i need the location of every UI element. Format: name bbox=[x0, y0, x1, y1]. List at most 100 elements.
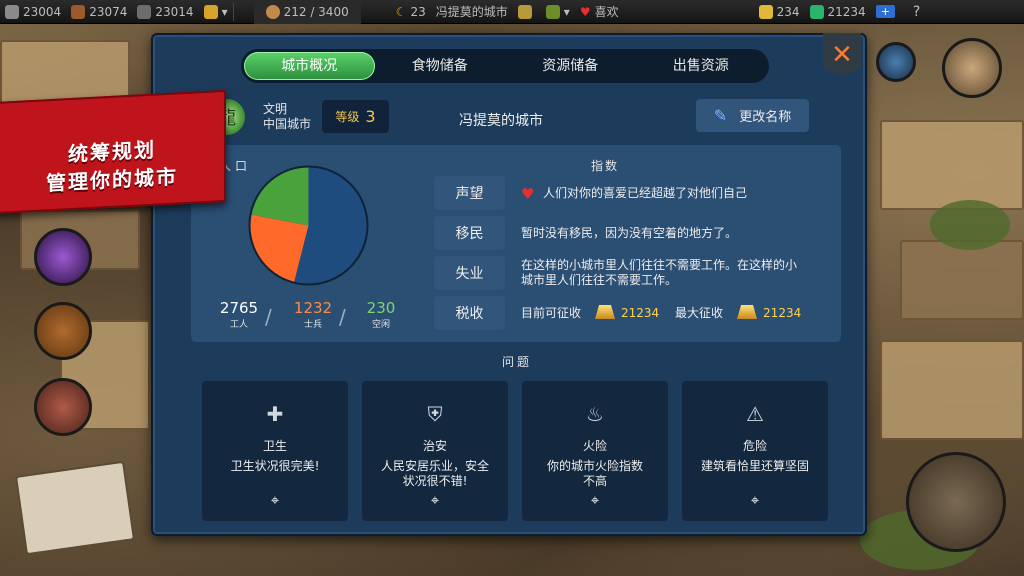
tab-food-reserve[interactable]: 食物储备 bbox=[375, 52, 506, 80]
city-info-section: 人口 2765 工人 / 1232 士兵 / 230 空闲 指数 声望 ♥ 人们对… bbox=[191, 145, 841, 342]
panel-tabs: 城市概况 食物储备 资源储备 出售资源 bbox=[241, 49, 769, 83]
tab-resource-reserve[interactable]: 资源储备 bbox=[505, 52, 636, 80]
problem-desc-line: 状况很不错! bbox=[402, 474, 468, 488]
help-icon: ? bbox=[912, 3, 921, 20]
workers-value: 2765 bbox=[219, 299, 259, 317]
location-pin-icon[interactable]: ⌖ bbox=[426, 491, 444, 511]
problem-desc-line: 你的城市火险指数 bbox=[546, 459, 643, 473]
immigration-label[interactable]: 移民 bbox=[434, 216, 505, 250]
location-pin-icon[interactable]: ⌖ bbox=[746, 491, 764, 511]
reputation-row: 声望 ♥ 人们对你的喜爱已经超越了对他们自己 bbox=[434, 176, 834, 210]
gem-icon bbox=[809, 4, 824, 19]
divider: / bbox=[339, 305, 346, 329]
civilization-info: 文明 中国城市 bbox=[263, 102, 311, 132]
problem-desc-line: 不高 bbox=[582, 474, 607, 488]
location-pin-icon[interactable]: ⌖ bbox=[586, 491, 604, 511]
heart-icon: ♥ bbox=[579, 4, 591, 19]
soldiers-label: 士兵 bbox=[303, 320, 322, 330]
problem-desc-line: 卫生状况很完美! bbox=[230, 459, 320, 473]
advisor-avatar[interactable] bbox=[942, 38, 1002, 98]
problem-card-sanitation[interactable]: ✚ 卫生 卫生状况很完美! ⌖ bbox=[202, 381, 348, 521]
top-resource-bar: 23004 23074 23014 ▾ 212 / 3400 ☾ 23 冯提莫的城… bbox=[0, 0, 1024, 24]
workers-stat: 2765 工人 bbox=[217, 299, 261, 330]
problem-desc-line: 人民安居乐业，安全 bbox=[380, 459, 489, 473]
reputation-text-wrap: ♥ 人们对你的喜爱已经超越了对他们自己 bbox=[521, 184, 747, 203]
tax-text: 目前可征收 21234 最大征收 21234 bbox=[521, 305, 801, 321]
problem-desc-line: 建筑看恰里还算坚固 bbox=[700, 459, 809, 473]
problem-card-danger[interactable]: ⚠ 危险 建筑看恰里还算坚固 ⌖ bbox=[682, 381, 828, 521]
location-pin-icon[interactable]: ⌖ bbox=[266, 491, 284, 511]
problem-card-fire[interactable]: ♨ 火险 你的城市火险指数 不高 ⌖ bbox=[522, 381, 668, 521]
city-level-value: 23 bbox=[410, 4, 426, 19]
shield-icon: ⛨ bbox=[427, 402, 443, 426]
gem-counter: 21234 bbox=[805, 0, 871, 24]
magic-orb-button[interactable] bbox=[34, 228, 92, 286]
laurel-icon: ☾ bbox=[395, 4, 407, 19]
resource-stone-value: 23004 bbox=[23, 4, 62, 19]
indices-label: 指数 bbox=[591, 159, 620, 173]
problems-label: 问题 bbox=[502, 355, 533, 369]
workers-label: 工人 bbox=[229, 320, 248, 330]
problem-title: 治安 bbox=[422, 439, 447, 453]
stone-icon bbox=[5, 4, 19, 19]
help-button[interactable]: ? bbox=[908, 0, 925, 24]
gold-bars-icon bbox=[595, 305, 616, 319]
promo-banner: 统筹规划 管理你的城市 bbox=[0, 89, 226, 215]
map-scroll-button[interactable] bbox=[14, 460, 136, 556]
unemployment-text: 在这样的小城市里人们往往不需要工作。在这样的小 城市里人们往往不需要工作。 bbox=[521, 258, 797, 288]
problem-title: 火险 bbox=[582, 439, 607, 453]
tab-sell-resources[interactable]: 出售资源 bbox=[636, 52, 767, 80]
resource-iron-value: 23014 bbox=[155, 4, 194, 19]
tax-row: 税收 目前可征收 21234 最大征收 21234 bbox=[434, 296, 834, 330]
tax-current-label: 目前可征收 bbox=[521, 306, 582, 320]
mood-indicator[interactable]: ♥ 喜欢 bbox=[575, 0, 624, 24]
problem-desc: 卫生状况很完美! bbox=[202, 459, 348, 474]
resource-stone: 23004 bbox=[0, 0, 66, 24]
plus-icon: + bbox=[875, 5, 895, 18]
population-counter-value: 212 / 3400 bbox=[283, 4, 349, 19]
tab-city-overview[interactable]: 城市概况 bbox=[244, 52, 375, 80]
unemployment-text-line2: 城市里人们往往不需要工作。 bbox=[521, 273, 678, 287]
resource-dropdown[interactable]: ▾ bbox=[199, 0, 233, 24]
resource-wood: 23074 bbox=[66, 0, 132, 24]
gold-counter: 234 bbox=[754, 0, 805, 24]
tax-max-label: 最大征收 bbox=[675, 306, 724, 320]
city-name-top-label: 冯提莫的城市 bbox=[435, 5, 508, 19]
reputation-label[interactable]: 声望 bbox=[434, 176, 505, 210]
heart-icon: ♥ bbox=[521, 184, 535, 203]
herb-icon bbox=[545, 4, 560, 19]
pencil-icon: ✎ bbox=[713, 106, 728, 125]
problem-desc: 人民安居乐业，安全 状况很不错! bbox=[362, 459, 508, 489]
resource-wood-value: 23074 bbox=[89, 4, 128, 19]
close-button[interactable]: ✕ bbox=[823, 33, 861, 77]
rename-label: 更改名称 bbox=[739, 110, 792, 125]
rename-button[interactable]: ✎ 更改名称 bbox=[696, 99, 809, 132]
population-counter[interactable]: 212 / 3400 bbox=[253, 0, 361, 24]
idle-value: 230 bbox=[366, 299, 396, 317]
backpack-button[interactable] bbox=[34, 302, 92, 360]
soldiers-stat: 1232 士兵 bbox=[291, 299, 335, 330]
add-gems-button[interactable]: + bbox=[871, 0, 900, 24]
close-icon: ✕ bbox=[831, 40, 853, 70]
resource-wheat[interactable] bbox=[513, 0, 541, 24]
city-level-indicator[interactable]: ☾ 23 bbox=[391, 0, 431, 24]
market-button[interactable] bbox=[34, 378, 92, 436]
population-numbers: 2765 工人 / 1232 士兵 / 230 空闲 bbox=[209, 299, 429, 333]
unemployment-row: 失业 在这样的小城市里人们往往不需要工作。在这样的小 城市里人们往往不需要工作。 bbox=[434, 256, 834, 290]
fire-icon: ♨ bbox=[586, 402, 604, 426]
mood-value: 喜欢 bbox=[594, 5, 619, 19]
divider: / bbox=[265, 305, 272, 329]
civilization-value: 中国城市 bbox=[263, 117, 312, 131]
problem-card-security[interactable]: ⛨ 治安 人民安居乐业，安全 状况很不错! ⌖ bbox=[362, 381, 508, 521]
build-hammer-button[interactable] bbox=[906, 452, 1006, 552]
tax-label[interactable]: 税收 bbox=[434, 296, 505, 330]
level-badge: 等级 3 bbox=[322, 100, 389, 133]
idle-stat: 230 空闲 bbox=[359, 299, 403, 330]
cross-icon: ✚ bbox=[266, 402, 284, 426]
civilization-label: 文明 bbox=[263, 102, 288, 116]
resource-herb[interactable]: ▾ bbox=[541, 0, 575, 24]
settings-wheel-button[interactable] bbox=[876, 42, 916, 82]
city-name-top[interactable]: 冯提莫的城市 bbox=[431, 0, 513, 24]
immigration-text: 暂时没有移民，因为没有空着的地方了。 bbox=[521, 225, 738, 240]
unemployment-label[interactable]: 失业 bbox=[434, 256, 505, 290]
